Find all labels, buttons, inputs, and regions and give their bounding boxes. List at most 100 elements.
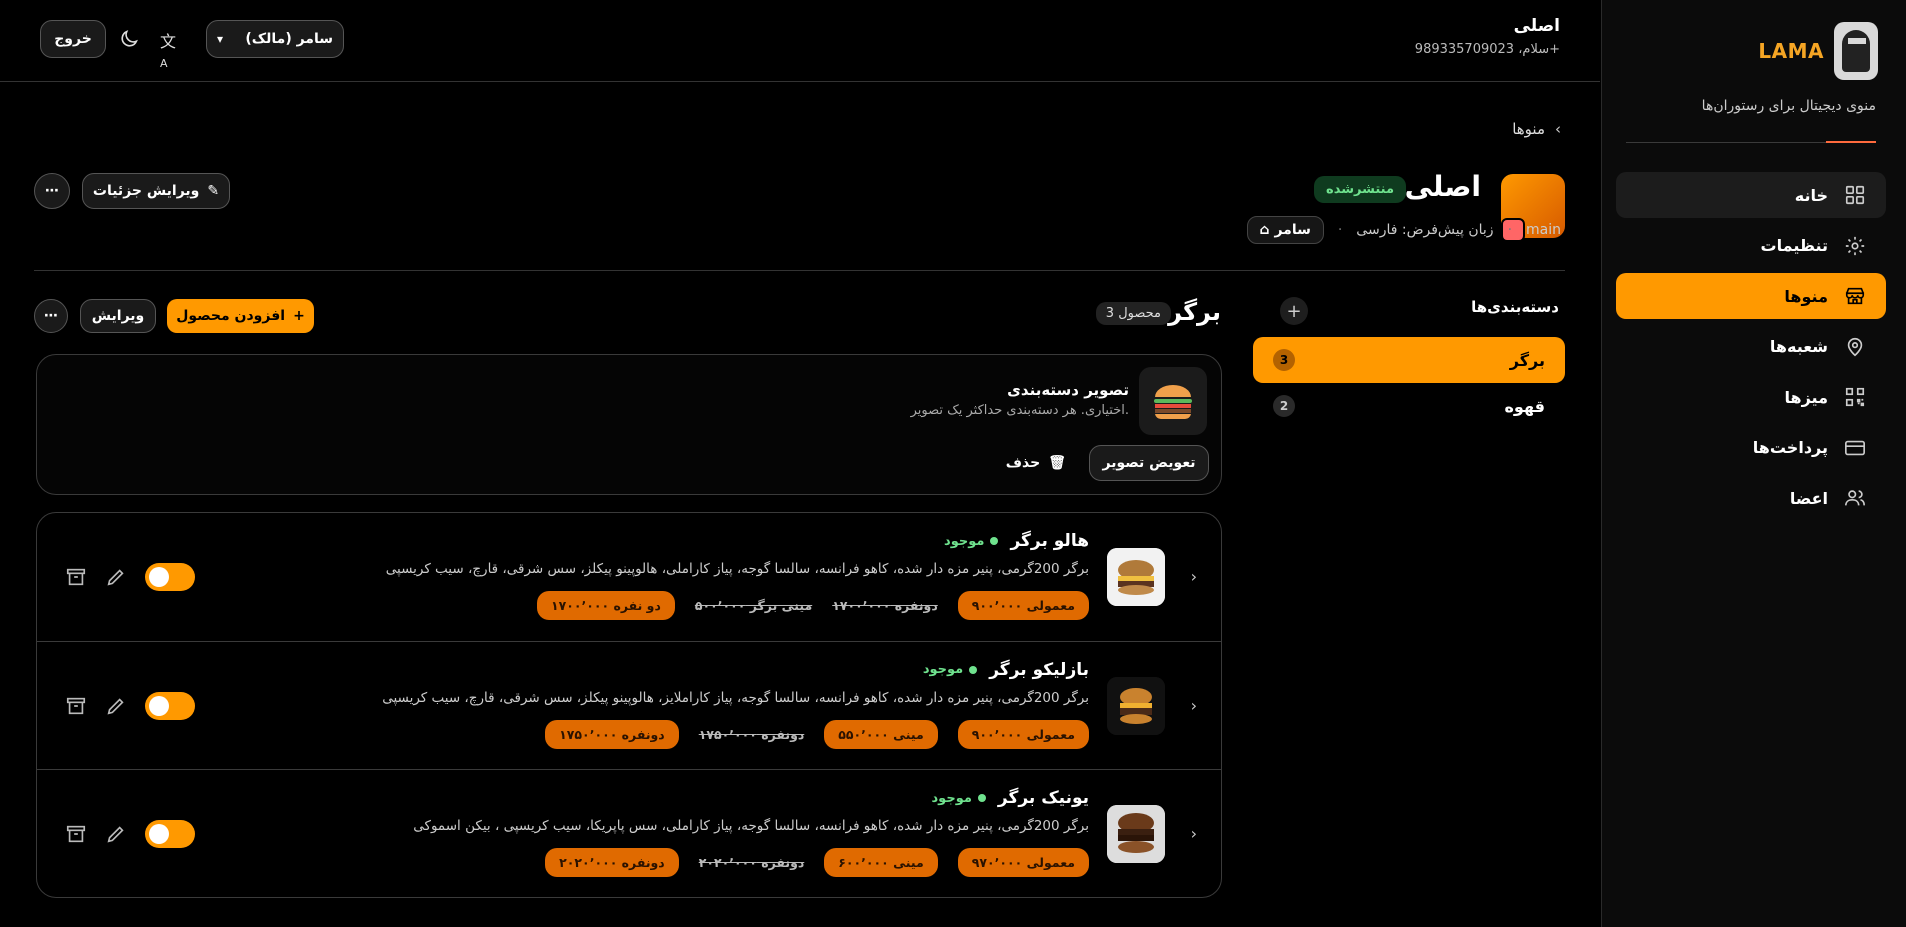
- plus-icon: +: [1286, 300, 1302, 322]
- delete-image-button[interactable]: حذف 🗑: [1006, 445, 1066, 481]
- chevron-down-icon: ▾: [217, 32, 224, 46]
- archive-icon[interactable]: [65, 566, 87, 588]
- availability-toggle[interactable]: [145, 563, 195, 591]
- edit-section-button[interactable]: ویرایش: [80, 299, 156, 333]
- pencil-icon[interactable]: [105, 566, 127, 588]
- category-name: برگر: [1509, 350, 1545, 370]
- product-name-row: بازلیکو برگر موجود: [923, 660, 1089, 680]
- pencil-icon[interactable]: [105, 823, 127, 845]
- add-category-button[interactable]: +: [1280, 297, 1308, 325]
- sidebar-item-payments[interactable]: پرداخت‌ها: [1616, 425, 1886, 471]
- role-select[interactable]: ▾ سامر (مالک): [206, 20, 344, 58]
- moon-icon[interactable]: [118, 28, 140, 50]
- add-product-button[interactable]: افزودن محصول +: [167, 299, 314, 333]
- category-item-burger[interactable]: برگر 3: [1253, 337, 1565, 383]
- product-name-row: هالو برگر موجود: [944, 531, 1089, 551]
- product-count-badge: 3 محصول: [1095, 302, 1171, 325]
- price-chip: مینی برگر ۵۰۰٬۰۰۰: [694, 598, 813, 613]
- price-chip: دو نفره ۱۷۰۰٬۰۰۰: [536, 591, 675, 620]
- product-name: بازلیکو برگر: [989, 659, 1089, 680]
- price-chip: دونفره ۲۰۲۰٬۰۰۰: [545, 848, 679, 878]
- chevron-icon[interactable]: ›: [1191, 567, 1197, 586]
- translate-icon[interactable]: 文A: [160, 28, 182, 70]
- product-row[interactable]: › بازلیکو برگر موجود برگر 200گرمی، پنیر …: [37, 642, 1221, 771]
- default-language: زبان پیش‌فرض: فارسی: [1356, 222, 1494, 238]
- price-chip: معمولی ۹۰۰٬۰۰۰: [957, 719, 1089, 749]
- gear-icon: [1845, 236, 1865, 255]
- price-chip: مینی ۵۵۰٬۰۰۰: [824, 719, 938, 749]
- product-image: [1107, 676, 1165, 735]
- menu-meta: main · زبان پیش‌فرض: فارسی · ⌂ سامر: [1246, 216, 1561, 244]
- sidebar: LAMA منوی دیجیتال برای رستوران‌ها خانه ت…: [1601, 0, 1906, 927]
- chevron-icon[interactable]: ›: [1191, 824, 1197, 843]
- price-list: معمولی ۹۰۰٬۰۰۰ مینی ۵۵۰٬۰۰۰ دونفره ۱۷۵۰٬…: [545, 719, 1089, 749]
- sidebar-item-tables[interactable]: میزها: [1616, 374, 1886, 420]
- availability-toggle[interactable]: [145, 820, 195, 849]
- burger-icon: [1154, 385, 1192, 420]
- divider: [34, 270, 1565, 271]
- tagline: منوی دیجیتال برای رستوران‌ها: [1701, 98, 1876, 114]
- sidebar-item-label: منوها: [1784, 286, 1828, 306]
- delete-label: حذف: [1005, 455, 1041, 471]
- product-description: برگر 200گرمی، پنیر مزه دار شده، کاهو فرا…: [385, 561, 1089, 577]
- divider: [1626, 141, 1876, 143]
- store-icon: [1845, 287, 1865, 305]
- product-description: برگر 200گرمی، پنیر مزه دار شده، کاهو فرا…: [382, 689, 1089, 706]
- category-image: [1139, 367, 1207, 435]
- card-icon: [1845, 440, 1865, 455]
- price-chip: معمولی ۹۰۰٬۰۰۰: [957, 591, 1089, 620]
- more-options-button[interactable]: ⋯: [34, 299, 68, 333]
- sidebar-item-label: تنظیمات: [1760, 236, 1828, 255]
- product-row[interactable]: › هالو برگر موجود برگر 200گرمی، پنیر مزه…: [37, 513, 1221, 642]
- price-chip: دونفره ۱۷۵۰٬۰۰۰: [698, 726, 805, 742]
- brand-logo-icon: [1834, 22, 1878, 80]
- sidebar-item-members[interactable]: اعضا: [1616, 475, 1886, 521]
- price-chip: دونفره ۲۰۲۰٬۰۰۰: [698, 855, 805, 871]
- map-pin-icon: [1847, 337, 1863, 356]
- product-name: هالو برگر: [1010, 531, 1089, 551]
- topbar: اصلی سلام، 989335709023+ خروج 文A ▾ سامر …: [0, 0, 1600, 82]
- sidebar-item-label: پرداخت‌ها: [1752, 438, 1828, 457]
- chevron-icon[interactable]: ›: [1191, 696, 1197, 715]
- brand[interactable]: LAMA: [1758, 22, 1878, 80]
- edit-details-label: ویرایش جزئیات: [92, 183, 200, 199]
- product-name: یونیک برگر: [997, 788, 1089, 809]
- pencil-icon: ✎: [207, 183, 220, 199]
- archive-icon[interactable]: [65, 823, 87, 845]
- product-row[interactable]: › یونیک برگر موجود برگر 200گرمی، پنیر مز…: [37, 770, 1221, 897]
- breadcrumb-item[interactable]: منوها: [1512, 120, 1545, 138]
- plus-icon: +: [293, 308, 305, 324]
- product-image: [1107, 548, 1165, 606]
- breadcrumb[interactable]: ‹ منوها: [1512, 120, 1561, 138]
- product-name-row: یونیک برگر موجود: [932, 788, 1090, 808]
- availability-badge: موجود: [923, 662, 978, 677]
- product-list: › هالو برگر موجود برگر 200گرمی، پنیر مزه…: [36, 512, 1222, 898]
- pencil-icon[interactable]: [105, 695, 127, 717]
- edit-details-button[interactable]: ویرایش جزئیات ✎: [82, 173, 230, 209]
- category-image-card: تصویر دسته‌بندی اختیاری. هر دسته‌بندی حد…: [36, 354, 1222, 495]
- menu-slug: main: [1526, 222, 1561, 238]
- category-item-coffee[interactable]: قهوه 2: [1253, 383, 1565, 429]
- sidebar-item-label: اعضا: [1789, 488, 1828, 508]
- logout-button[interactable]: خروج: [40, 20, 106, 58]
- sidebar-item-branches[interactable]: شعبه‌ها: [1616, 324, 1886, 370]
- sidebar-nav: خانه تنظیمات منوها شعبه‌ها میزها پرداخت‌…: [1616, 172, 1886, 526]
- users-icon: [1845, 490, 1865, 506]
- availability-toggle[interactable]: [145, 691, 195, 720]
- more-icon: ⋯: [44, 308, 58, 324]
- sidebar-item-label: شعبه‌ها: [1769, 337, 1828, 356]
- category-count: 2: [1273, 395, 1295, 417]
- grid-icon: [1845, 185, 1865, 205]
- availability-badge: موجود: [944, 534, 999, 549]
- archive-icon[interactable]: [65, 695, 87, 717]
- branch-chip[interactable]: ⌂ سامر: [1246, 216, 1324, 244]
- user-greeting: سلام، 989335709023+: [1414, 42, 1560, 57]
- sidebar-item-home[interactable]: خانه: [1616, 172, 1886, 218]
- category-name: قهوه: [1504, 396, 1545, 416]
- sidebar-item-menus[interactable]: منوها: [1616, 273, 1886, 319]
- price-chip: دونفره ۱۷۵۰٬۰۰۰: [545, 719, 679, 749]
- product-description: برگر 200گرمی، پنیر مزه دار شده، کاهو فرا…: [413, 818, 1089, 835]
- sidebar-item-settings[interactable]: تنظیمات: [1616, 223, 1886, 269]
- more-options-button[interactable]: ⋯: [34, 173, 70, 209]
- replace-image-button[interactable]: تعویض تصویر: [1089, 445, 1209, 481]
